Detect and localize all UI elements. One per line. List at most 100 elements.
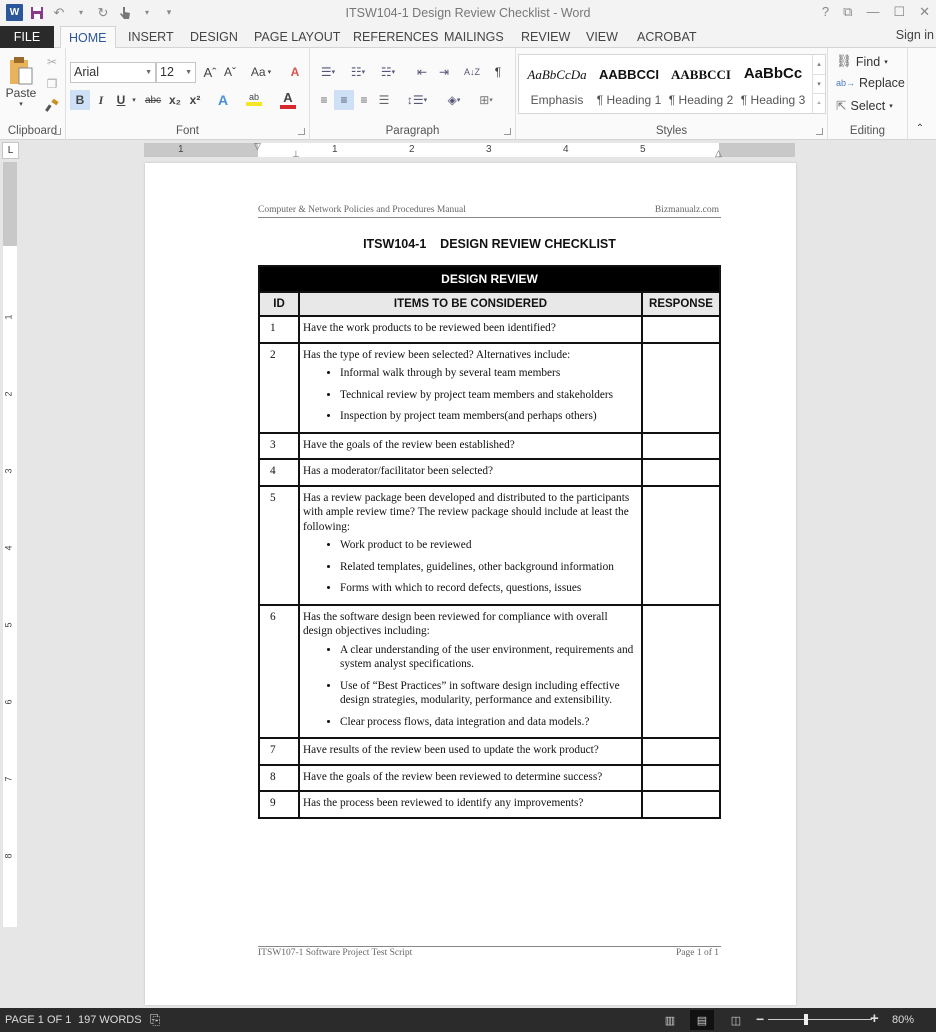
style-emphasis[interactable]: AaBbCcDa Emphasis — [521, 55, 593, 113]
sign-in-link[interactable]: Sign in — [896, 28, 934, 42]
bullet-item: Related templates, guidelines, other bac… — [340, 560, 638, 575]
multilevel-list-button[interactable]: ☵ ▾ — [374, 62, 402, 82]
right-indent-marker[interactable]: △ — [715, 148, 722, 159]
find-button[interactable]: ⛓ Find ▾ — [836, 54, 888, 69]
subscript-button[interactable]: x₂ — [166, 90, 184, 110]
table-row: 2 Has the type of review been selected? A… — [258, 341, 721, 434]
row-response-cell[interactable] — [641, 603, 721, 739]
zoom-in-button[interactable]: + — [870, 1010, 879, 1027]
zoom-slider-thumb[interactable] — [804, 1014, 808, 1025]
styles-scroll[interactable]: ▴ ▾ ⩡ — [812, 55, 825, 113]
underline-dropdown-icon[interactable]: ▾ — [130, 90, 138, 110]
minimize-icon[interactable]: — — [866, 4, 879, 20]
row-response-cell[interactable] — [641, 484, 721, 606]
replace-button[interactable]: ab→ Replace — [836, 76, 905, 90]
font-launcher-icon[interactable] — [298, 128, 305, 135]
styles-more-icon[interactable]: ⩡ — [813, 93, 825, 112]
paragraph-launcher-icon[interactable] — [504, 128, 511, 135]
font-name-combo[interactable]: Arial ▼ — [70, 62, 156, 83]
styles-up-icon[interactable]: ▴ — [813, 55, 825, 74]
align-center-icon[interactable]: ≡ — [334, 90, 354, 110]
superscript-button[interactable]: x² — [186, 90, 204, 110]
font-size-combo[interactable]: 12 ▼ — [156, 62, 196, 83]
table-row: 3 Have the goals of the review been estab… — [258, 431, 721, 460]
shrink-font-button[interactable]: Aˇ — [220, 62, 240, 82]
zoom-level[interactable]: 80% — [892, 1014, 914, 1026]
read-mode-icon[interactable]: ▥ — [658, 1010, 682, 1030]
grow-font-button[interactable]: Aˆ — [200, 62, 220, 82]
row-response-cell[interactable] — [641, 763, 721, 792]
tab-references[interactable]: REFERENCES — [345, 26, 446, 49]
page-count[interactable]: PAGE 1 OF 1 — [5, 1014, 71, 1026]
ribbon-display-options-icon[interactable]: ⧉ — [843, 4, 852, 20]
row-response-cell[interactable] — [641, 315, 721, 344]
close-icon[interactable]: ✕ — [919, 4, 930, 20]
decrease-indent-icon[interactable]: ⇤ — [412, 62, 432, 82]
document-page[interactable]: Computer & Network Policies and Procedur… — [145, 163, 796, 1005]
sort-icon[interactable]: A↓Z — [462, 62, 482, 82]
show-hide-pilcrow-button[interactable]: ¶ — [488, 62, 508, 82]
help-icon[interactable]: ? — [822, 4, 829, 20]
hanging-indent-marker[interactable]: ⊥ — [292, 149, 300, 160]
row-response-cell[interactable] — [641, 341, 721, 434]
zoom-out-button[interactable]: − — [756, 1011, 764, 1027]
font-color-button[interactable]: A — [274, 88, 302, 110]
tab-insert[interactable]: INSERT — [120, 26, 182, 49]
tab-page-layout[interactable]: PAGE LAYOUT — [246, 26, 348, 49]
first-line-indent-marker[interactable]: ▽ — [254, 141, 261, 152]
ruler-row: L 1 1 2 3 4 5 ▽ ⊥ △ — [0, 140, 936, 161]
italic-button[interactable]: I — [92, 90, 110, 110]
vertical-ruler[interactable]: 1 2 3 4 5 6 7 8 — [3, 162, 17, 927]
tab-design[interactable]: DESIGN — [182, 26, 246, 49]
borders-button[interactable]: ⊞ ▾ — [472, 90, 500, 110]
numbering-button[interactable]: ☷ ▾ — [344, 62, 372, 82]
tab-selector[interactable]: L — [2, 142, 19, 159]
line-spacing-button[interactable]: ↕☰ ▾ — [402, 90, 432, 110]
style-heading-2[interactable]: AABBCCI ¶ Heading 2 — [665, 55, 737, 113]
row-response-cell[interactable] — [641, 458, 721, 487]
row-response-cell[interactable] — [641, 790, 721, 819]
justify-icon[interactable]: ☰ — [374, 90, 394, 110]
row-response-cell[interactable] — [641, 431, 721, 460]
tab-mailings[interactable]: MAILINGS — [436, 26, 512, 49]
highlight-button[interactable]: ab — [240, 88, 268, 110]
align-right-icon[interactable]: ≡ — [354, 90, 374, 110]
maximize-icon[interactable]: ☐ — [893, 4, 905, 20]
tab-file[interactable]: FILE — [0, 26, 54, 49]
print-layout-icon[interactable]: ▤ — [690, 1010, 714, 1030]
align-left-icon[interactable]: ≡ — [314, 90, 334, 110]
clear-formatting-icon[interactable]: A — [286, 62, 304, 82]
column-header-items: ITEMS TO BE CONSIDERED — [298, 291, 643, 317]
clipboard-launcher-icon[interactable] — [54, 128, 61, 135]
cut-icon[interactable]: ✂ — [44, 54, 60, 70]
select-button[interactable]: ⇱ Select ▾ — [836, 98, 893, 114]
tab-review[interactable]: REVIEW — [513, 26, 578, 49]
word-count[interactable]: 197 WORDS — [78, 1014, 142, 1026]
text-effects-button[interactable]: A — [212, 90, 234, 110]
underline-button[interactable]: U — [112, 90, 130, 110]
format-painter-icon[interactable] — [44, 98, 60, 114]
styles-launcher-icon[interactable] — [816, 128, 823, 135]
zoom-slider-track[interactable] — [768, 1019, 872, 1020]
increase-indent-icon[interactable]: ⇥ — [434, 62, 454, 82]
item-text: Have the goals of the review been establ… — [303, 438, 515, 451]
bold-button[interactable]: B — [70, 90, 90, 110]
style-heading-1[interactable]: AABBCCI ¶ Heading 1 — [593, 55, 665, 113]
shading-button[interactable]: ◈ ▾ — [440, 90, 468, 110]
tab-view[interactable]: VIEW — [578, 26, 626, 49]
horizontal-ruler[interactable]: 1 1 2 3 4 5 ▽ ⊥ △ — [144, 141, 795, 160]
change-case-button[interactable]: Aa ▾ — [246, 62, 276, 82]
copy-icon[interactable]: ❐ — [44, 76, 60, 92]
ruler-number: 4 — [3, 545, 14, 551]
styles-down-icon[interactable]: ▾ — [813, 74, 825, 93]
bullets-button[interactable]: ☰ ▾ — [314, 62, 342, 82]
proofing-icon[interactable]: ⎘ — [150, 1012, 160, 1028]
strikethrough-button[interactable]: abc — [142, 90, 164, 110]
collapse-ribbon-icon[interactable]: ⌃ — [912, 120, 928, 136]
paste-button[interactable]: Paste ▾ — [4, 54, 38, 110]
tab-home[interactable]: HOME — [60, 26, 116, 49]
web-layout-icon[interactable]: ◫ — [724, 1010, 748, 1030]
style-heading-3[interactable]: AaBbCc ¶ Heading 3 — [737, 55, 809, 113]
tab-acrobat[interactable]: ACROBAT — [629, 26, 705, 49]
row-response-cell[interactable] — [641, 737, 721, 766]
